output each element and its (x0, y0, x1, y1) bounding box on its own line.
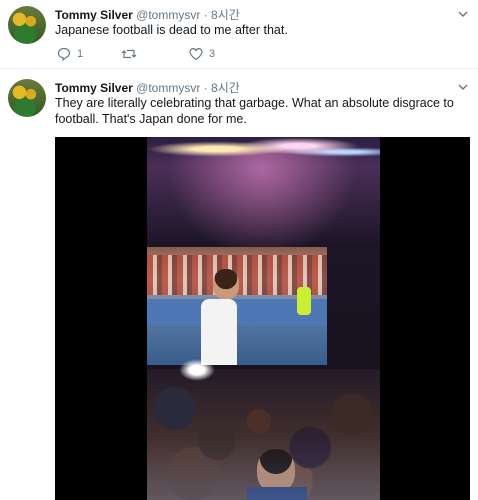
avatar[interactable] (8, 6, 46, 44)
stage-lights (147, 137, 380, 167)
author-handle[interactable]: @tommysvr (136, 81, 200, 95)
tweet-timestamp[interactable]: 8시간 (211, 8, 240, 22)
tweet[interactable]: Tommy Silver @tommysvr · 8시간 Japanese fo… (0, 0, 478, 69)
reply-button[interactable]: 1 (57, 47, 83, 61)
separator: · (203, 81, 208, 95)
retweet-icon (121, 49, 137, 59)
spotlight (179, 359, 215, 381)
chevron-down-icon[interactable] (458, 9, 468, 19)
light-haze (147, 437, 380, 500)
screen-player-body (201, 299, 237, 365)
jumbotron-screen (147, 247, 327, 365)
retweet-button[interactable] (121, 47, 143, 61)
tweet-header: Tommy Silver @tommysvr · 8시간 (55, 79, 240, 96)
video-frame (147, 137, 380, 500)
tweet-text: They are literally celebrating that garb… (55, 96, 454, 126)
heart-icon (189, 47, 203, 61)
chevron-down-icon[interactable] (458, 82, 468, 92)
screen-steward (297, 287, 311, 315)
separator: · (203, 8, 208, 22)
avatar[interactable] (8, 79, 46, 117)
tweet-header: Tommy Silver @tommysvr · 8시간 (55, 6, 240, 23)
video-player[interactable] (55, 137, 470, 500)
tweet[interactable]: Tommy Silver @tommysvr · 8시간 They are li… (0, 69, 478, 500)
author-handle[interactable]: @tommysvr (136, 8, 200, 22)
reply-count: 1 (77, 48, 84, 60)
author-name[interactable]: Tommy Silver (55, 81, 133, 95)
like-count: 3 (209, 48, 216, 60)
screen-player-head (213, 269, 239, 299)
tweet-text: Japanese football is dead to me after th… (55, 23, 288, 37)
tweet-timestamp[interactable]: 8시간 (211, 81, 240, 95)
author-name[interactable]: Tommy Silver (55, 8, 133, 22)
like-button[interactable]: 3 (189, 47, 215, 61)
reply-icon (57, 47, 71, 61)
